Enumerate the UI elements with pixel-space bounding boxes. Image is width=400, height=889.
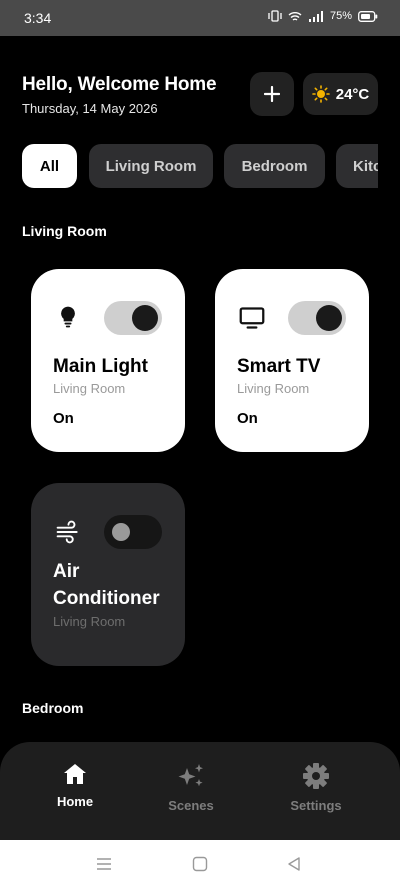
toggle-knob — [316, 305, 342, 331]
wifi-icon — [288, 11, 302, 21]
device-room: Living Room — [53, 381, 126, 396]
room-tabs: All Living Room Bedroom Kitc — [22, 144, 378, 190]
device-card-air-conditioner[interactable]: Air Conditioner Living Room — [31, 483, 185, 666]
tab-kitchen[interactable]: Kitc — [336, 144, 378, 188]
bottom-nav: Home Scenes Settings — [0, 742, 400, 840]
weather-badge[interactable]: 24°C — [303, 73, 378, 115]
home-icon — [64, 764, 86, 784]
section-title-living-room: Living Room — [22, 223, 107, 239]
vibrate-icon — [268, 10, 282, 22]
home-button-icon[interactable] — [192, 856, 208, 872]
greeting-title: Hello, Welcome Home — [22, 74, 217, 95]
air-conditioner-toggle[interactable] — [104, 515, 162, 549]
tab-all[interactable]: All — [22, 144, 77, 188]
nav-label: Scenes — [168, 798, 214, 813]
device-room: Living Room — [53, 614, 126, 629]
status-icons: 75% — [268, 10, 378, 22]
device-room: Living Room — [237, 381, 310, 396]
device-name: Main Light — [53, 356, 148, 377]
nav-settings[interactable]: Settings — [266, 762, 366, 813]
back-icon[interactable] — [286, 856, 302, 872]
toggle-knob — [112, 523, 130, 541]
nav-scenes[interactable]: Scenes — [141, 762, 241, 813]
tab-living-room[interactable]: Living Room — [89, 144, 213, 188]
device-name-line-2: Conditioner — [53, 588, 160, 609]
device-state: On — [237, 410, 258, 427]
signal-icon — [308, 10, 323, 22]
smart-tv-toggle[interactable] — [288, 301, 346, 335]
nav-label: Settings — [290, 798, 342, 813]
sun-icon — [311, 85, 330, 103]
add-device-button[interactable] — [250, 72, 294, 116]
menu-icon[interactable] — [96, 856, 112, 872]
temperature-value: 24°C — [335, 85, 370, 103]
tab-bedroom[interactable]: Bedroom — [224, 144, 325, 188]
device-name-line-1: Air — [53, 561, 80, 582]
battery-icon — [358, 10, 378, 22]
main-light-toggle[interactable] — [104, 301, 162, 335]
nav-label: Home — [56, 794, 94, 809]
bulb-icon — [61, 306, 75, 328]
tv-icon — [239, 307, 265, 329]
status-time: 3:34 — [24, 10, 52, 26]
toggle-knob — [132, 305, 158, 331]
sparkles-icon — [178, 764, 203, 787]
plus-icon — [264, 86, 280, 102]
date-label: Thursday, 14 May 2026 — [22, 101, 158, 116]
wind-icon — [56, 520, 78, 544]
nav-home[interactable]: Home — [25, 762, 125, 809]
device-name: Smart TV — [237, 356, 321, 377]
battery-percent: 75% — [329, 10, 352, 22]
status-bar: 3:34 75% — [0, 0, 400, 36]
system-nav-bar — [0, 840, 400, 889]
section-title-bedroom: Bedroom — [22, 700, 84, 716]
device-card-smart-tv[interactable]: Smart TV Living Room On — [215, 269, 369, 452]
gear-icon — [303, 763, 329, 789]
device-state: On — [53, 410, 74, 427]
device-card-main-light[interactable]: Main Light Living Room On — [31, 269, 185, 452]
